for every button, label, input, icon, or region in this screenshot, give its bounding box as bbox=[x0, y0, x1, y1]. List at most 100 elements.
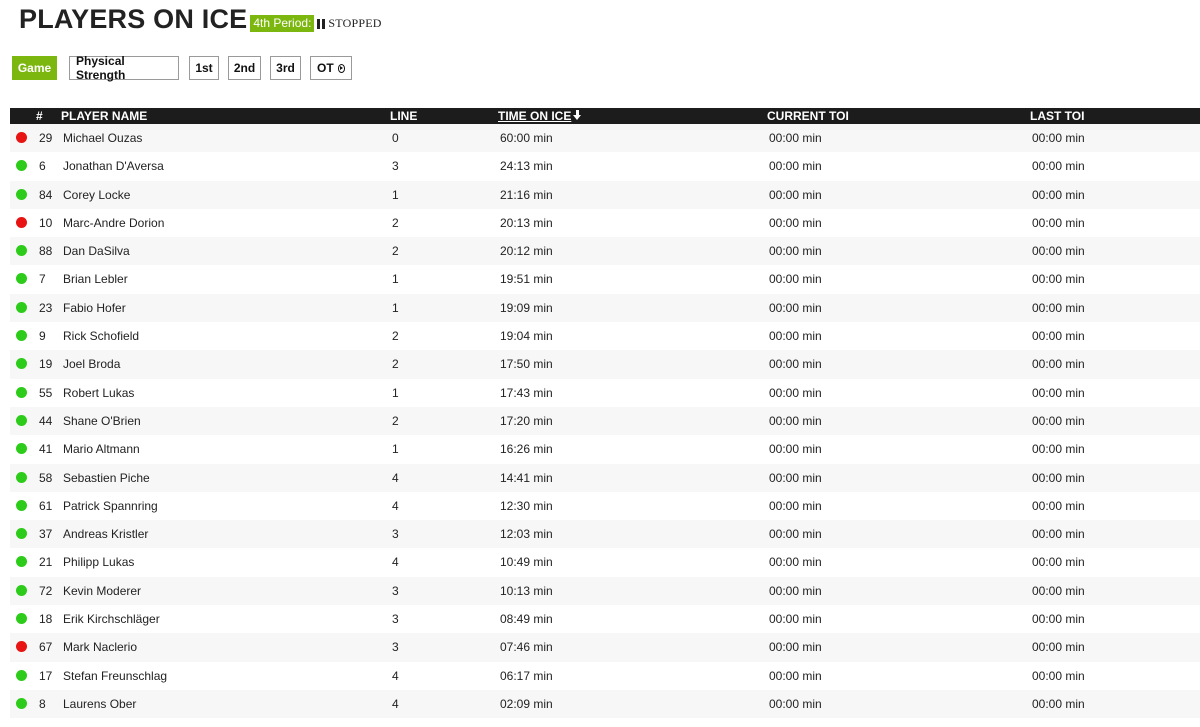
tab-label: 3rd bbox=[276, 61, 295, 75]
table-row[interactable]: 9 Rick Schofield 2 19:04 min 00:00 min 00:00 … bbox=[10, 322, 1200, 351]
last-toi: 00:00 min bbox=[1032, 498, 1085, 513]
player-line: 1 bbox=[392, 385, 399, 400]
table-row[interactable]: 23 Fabio Hofer 1 19:09 min 00:00 min 00:00 mi… bbox=[10, 293, 1200, 323]
table-row[interactable]: 55 Robert Lukas 1 17:43 min 00:00 min 00:00 m… bbox=[10, 378, 1200, 407]
player-number: 23 bbox=[39, 300, 53, 315]
player-line: 0 bbox=[392, 131, 399, 145]
player-number: 7 bbox=[39, 272, 46, 287]
table-header: # PLAYER NAME LINE TIME ON ICE CURRENT T… bbox=[10, 108, 1200, 124]
current-toi: 00:00 min bbox=[769, 413, 822, 428]
table-row[interactable]: 58 Sebastien Piche 4 14:41 min 00:00 min 00:0… bbox=[10, 463, 1200, 492]
player-number: 18 bbox=[39, 612, 53, 627]
column-header-line[interactable]: LINE bbox=[390, 108, 417, 124]
player-line: 4 bbox=[392, 498, 399, 513]
player-line: 4 bbox=[392, 696, 399, 711]
table-row[interactable]: 17 Stefan Freunschlag 4 06:17 min 00:00 min 0… bbox=[10, 661, 1200, 690]
last-toi: 00:00 min bbox=[1032, 385, 1085, 400]
player-line: 4 bbox=[392, 555, 399, 570]
time-on-ice: 08:49 min bbox=[500, 612, 553, 627]
table-row[interactable]: 88 Dan DaSilva 2 20:12 min 00:00 min 00:00 mi… bbox=[10, 237, 1200, 266]
player-name: Philipp Lukas bbox=[63, 555, 135, 570]
table-row[interactable]: 10 Marc-Andre Dorion 2 20:13 min 00:00 min 00… bbox=[10, 208, 1200, 238]
player-number: 8 bbox=[39, 696, 46, 711]
player-number: 10 bbox=[39, 215, 53, 230]
time-on-ice: 12:30 min bbox=[500, 498, 553, 513]
player-line: 2 bbox=[392, 215, 399, 230]
current-toi: 00:00 min bbox=[769, 385, 822, 400]
player-name: Mario Altmann bbox=[63, 442, 140, 457]
last-toi: 00:00 min bbox=[1032, 612, 1085, 627]
last-toi: 00:00 min bbox=[1032, 159, 1085, 174]
tab-label: Game bbox=[17, 61, 52, 75]
status-on-icon bbox=[16, 669, 27, 681]
last-toi: 00:00 min bbox=[1032, 357, 1085, 372]
current-toi: 00:00 min bbox=[769, 159, 822, 174]
tab-3rd-period[interactable]: 3rd bbox=[270, 56, 301, 80]
current-toi: 00:00 min bbox=[769, 357, 822, 372]
last-toi: 00:00 min bbox=[1032, 640, 1085, 655]
player-line: 2 bbox=[392, 357, 399, 372]
table-row[interactable]: 37 Andreas Kristler 3 12:03 min 00:00 min 00:… bbox=[10, 520, 1200, 549]
last-toi: 00:00 min bbox=[1032, 696, 1085, 711]
column-header-last-toi[interactable]: LAST TOI bbox=[1030, 108, 1084, 124]
column-header-current-toi[interactable]: CURRENT TOI bbox=[767, 108, 849, 124]
last-toi: 00:00 min bbox=[1032, 555, 1085, 570]
player-line: 1 bbox=[392, 300, 399, 315]
player-number: 72 bbox=[39, 583, 53, 598]
player-name: Dan DaSilva bbox=[63, 244, 130, 259]
last-toi: 00:00 min bbox=[1032, 131, 1085, 145]
current-toi: 00:00 min bbox=[769, 272, 822, 287]
table-row[interactable]: 7 Brian Lebler 1 19:51 min 00:00 min 00:00 mi… bbox=[10, 265, 1200, 294]
table-row[interactable]: 72 Kevin Moderer 3 10:13 min 00:00 min 00:00 … bbox=[10, 576, 1200, 606]
player-line: 1 bbox=[392, 187, 399, 202]
table-row[interactable]: 29 Michael Ouzas 0 60:00 min 00:00 min 00:00 … bbox=[10, 124, 1200, 153]
last-toi: 00:00 min bbox=[1032, 527, 1085, 542]
current-toi: 00:00 min bbox=[769, 329, 822, 344]
table-row[interactable]: 19 Joel Broda 2 17:50 min 00:00 min 00:00 min bbox=[10, 350, 1200, 379]
player-number: 19 bbox=[39, 357, 53, 372]
current-toi: 00:00 min bbox=[769, 640, 822, 655]
tab-game[interactable]: Game bbox=[12, 56, 57, 80]
table-row[interactable]: 21 Philipp Lukas 4 10:49 min 00:00 min 00:00 … bbox=[10, 548, 1200, 577]
table-row[interactable]: 67 Mark Naclerio 3 07:46 min 00:00 min 00:00 … bbox=[10, 633, 1200, 662]
time-on-ice: 19:51 min bbox=[500, 272, 553, 287]
table-row[interactable]: 61 Patrick Spannring 4 12:30 min 00:00 min 00… bbox=[10, 491, 1200, 521]
player-line: 1 bbox=[392, 442, 399, 457]
player-line: 1 bbox=[392, 272, 399, 287]
pause-icon bbox=[317, 18, 326, 29]
status-on-icon bbox=[16, 556, 27, 568]
tab-1st-period[interactable]: 1st bbox=[189, 56, 219, 80]
table-row[interactable]: 44 Shane O'Brien 2 17:20 min 00:00 min 00:00 … bbox=[10, 406, 1200, 436]
time-on-ice: 19:04 min bbox=[500, 329, 553, 344]
player-name: Rick Schofield bbox=[63, 329, 140, 344]
status-on-icon bbox=[16, 443, 27, 455]
tab-2nd-period[interactable]: 2nd bbox=[228, 56, 261, 80]
time-on-ice: 17:50 min bbox=[500, 357, 553, 372]
time-on-ice: 21:16 min bbox=[500, 187, 553, 202]
current-toi: 00:00 min bbox=[769, 442, 822, 457]
period-badge: 4th Period: bbox=[250, 15, 315, 32]
current-toi: 00:00 min bbox=[769, 300, 822, 315]
time-on-ice: 10:49 min bbox=[500, 555, 553, 570]
tab-physical-strength[interactable]: Physical Strength bbox=[69, 54, 179, 82]
column-header-time-on-ice[interactable]: TIME ON ICE bbox=[498, 108, 582, 124]
table-row[interactable]: 18 Erik Kirchschläger 3 08:49 min 00:00 min 0… bbox=[10, 605, 1200, 634]
column-header-number[interactable]: # bbox=[36, 108, 43, 124]
current-toi: 00:00 min bbox=[769, 668, 822, 683]
table-row[interactable]: 8 Laurens Ober 4 02:09 min 00:00 min 00:00 mi… bbox=[10, 689, 1200, 719]
player-line: 2 bbox=[392, 329, 399, 344]
current-toi: 00:00 min bbox=[769, 498, 822, 513]
player-name: Erik Kirchschläger bbox=[63, 612, 160, 627]
time-on-ice: 02:09 min bbox=[500, 696, 553, 711]
column-header-player-name[interactable]: PLAYER NAME bbox=[61, 108, 147, 124]
table-row[interactable]: 41 Mario Altmann 1 16:26 min 00:00 min 00:00 … bbox=[10, 435, 1200, 464]
status-on-icon bbox=[16, 471, 27, 483]
last-toi: 00:00 min bbox=[1032, 244, 1085, 259]
status-text: STOPPED bbox=[328, 16, 382, 30]
table-row[interactable]: 84 Corey Locke 1 21:16 min 00:00 min 00:00 mi… bbox=[10, 180, 1200, 209]
time-on-ice: 20:12 min bbox=[500, 244, 553, 259]
table-row[interactable]: 6 Jonathan D'Aversa 3 24:13 min 00:00 min 00:… bbox=[10, 152, 1200, 181]
page-title: PLAYERS ON ICE bbox=[19, 4, 248, 34]
player-number: 21 bbox=[39, 555, 53, 570]
tab-overtime[interactable]: OT bbox=[310, 56, 352, 80]
